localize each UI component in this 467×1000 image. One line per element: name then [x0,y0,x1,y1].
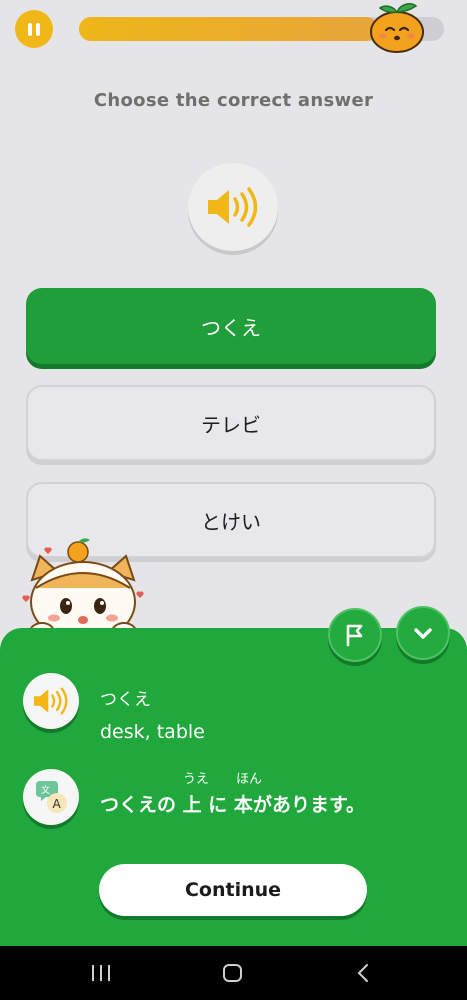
example-part-2: に [208,794,228,816]
lesson-progress-fill [79,17,379,41]
example-part-3: があります。 [252,794,366,816]
collapse-panel-button[interactable] [396,606,450,660]
svg-text:文: 文 [41,784,50,796]
pause-icon [28,22,32,36]
back-icon[interactable] [355,963,371,983]
system-navigation-bar [0,946,467,1000]
report-flag-button[interactable] [328,608,382,662]
word-kana: つくえ [100,690,151,710]
pause-button[interactable] [15,10,53,48]
home-icon[interactable] [222,963,244,983]
recent-apps-icon[interactable] [90,964,112,982]
answer-option-2[interactable]: テレビ [26,385,436,461]
play-audio-button[interactable] [188,163,278,251]
word-meaning: desk, table [100,721,205,743]
svg-text:A: A [53,797,62,811]
example-sentence: つくえの 上 に 本があります。 [100,790,365,817]
tangerine-mascot-icon [370,3,424,53]
translate-icon: 文 A [36,781,67,813]
example-part-1: つくえの [100,794,177,816]
chevron-down-icon [414,628,432,639]
question-prompt: Choose the correct answer [93,90,374,111]
ruby-ue: うえ [183,772,210,787]
speaker-icon [33,687,68,715]
translate-sentence-button[interactable]: 文 A [23,769,79,825]
example-kanji-2: 本 [233,794,253,816]
play-word-audio-button[interactable] [23,673,79,729]
ruby-hon: ほん [236,772,263,787]
continue-button[interactable]: Continue [99,864,367,916]
speaker-icon [208,187,258,227]
example-kanji-1: 上 [182,794,202,816]
flag-icon [346,624,363,647]
answer-option-1[interactable]: つくえ [26,288,436,364]
